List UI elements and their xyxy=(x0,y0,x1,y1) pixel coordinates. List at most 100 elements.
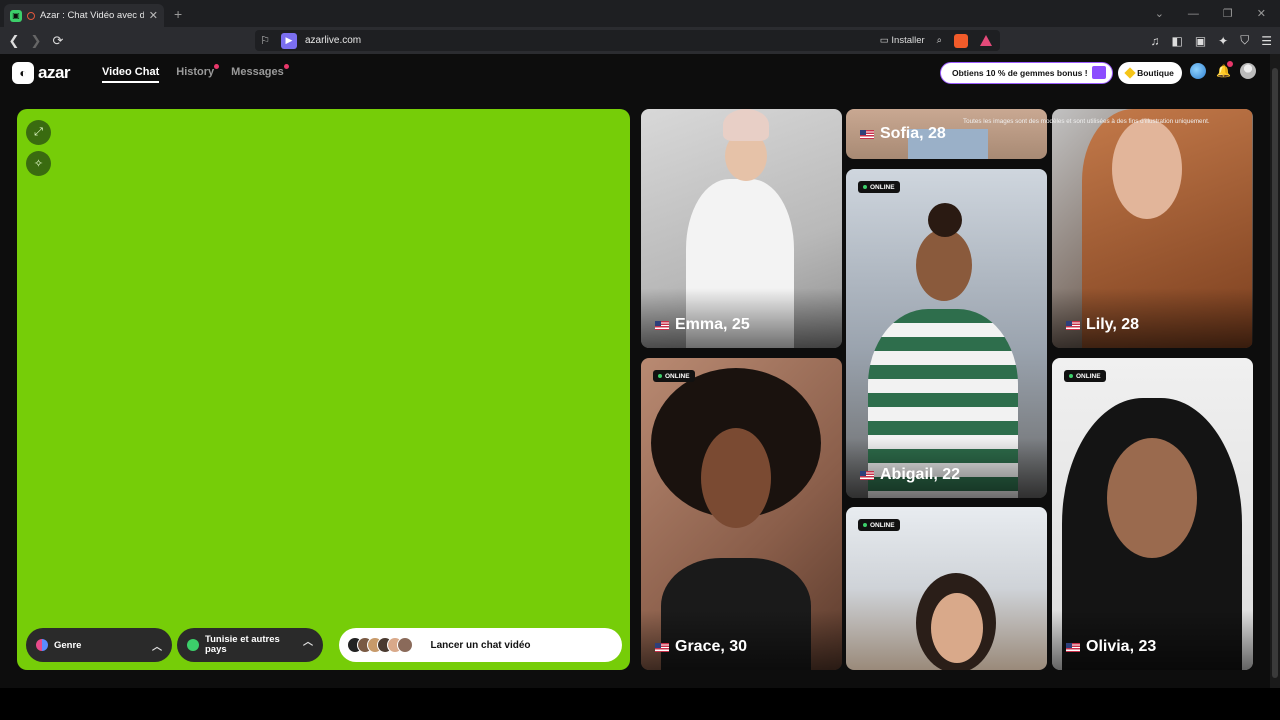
magic-wand-icon[interactable]: ✧ xyxy=(26,151,51,176)
profile-name-text: Lily, 28 xyxy=(1086,316,1140,333)
profile-card[interactable]: ONLINE xyxy=(846,507,1047,670)
site-video-icon: ▶ xyxy=(281,32,297,49)
window-controls: ⌄ — ❐ ✕ xyxy=(1155,0,1280,27)
maximize-icon[interactable]: ❐ xyxy=(1223,7,1233,20)
profile-name-text: Olivia, 23 xyxy=(1086,638,1157,655)
vpn-shield-icon[interactable]: ⛉ xyxy=(1240,33,1249,48)
bookmark-icon[interactable]: ⚐ xyxy=(255,34,275,47)
us-flag-icon xyxy=(860,129,874,139)
browser-tab[interactable]: ▣ Azar : Chat Vidéo avec de no ✕ xyxy=(4,4,164,27)
tab-close-icon[interactable]: ✕ xyxy=(149,9,158,22)
sidebar-icon[interactable]: ◧ xyxy=(1171,34,1182,48)
video-preview-panel: ⤢ ✧ Genre ︿ Tunisie et autres pays ︿ Lan… xyxy=(17,109,630,670)
profile-photo-hat xyxy=(723,109,769,141)
menu-icon[interactable]: ☰ xyxy=(1261,34,1272,48)
profile-photo-face xyxy=(931,593,983,663)
profile-name-text: Emma, 25 xyxy=(675,316,750,333)
country-filter-label: Tunisie et autres pays xyxy=(205,634,280,655)
gender-filter-button[interactable]: Genre ︿ xyxy=(26,628,172,662)
online-label: ONLINE xyxy=(870,183,895,191)
leo-ai-icon[interactable]: ✦ xyxy=(1218,34,1228,48)
us-flag-icon xyxy=(860,470,874,480)
header-icons: 🔔 xyxy=(1190,61,1256,79)
launch-label: Lancer un chat vidéo xyxy=(430,639,531,651)
reload-icon[interactable]: ⟳ xyxy=(48,31,68,51)
us-flag-icon xyxy=(655,642,669,652)
profile-card[interactable]: Emma, 25 xyxy=(641,109,842,348)
history-notification-dot xyxy=(214,64,220,69)
close-window-icon[interactable]: ✕ xyxy=(1257,7,1266,20)
chat-bubbles-icon[interactable] xyxy=(1190,63,1206,79)
forward-icon[interactable]: ❯ xyxy=(26,31,46,51)
bell-icon[interactable]: 🔔 xyxy=(1216,61,1233,78)
profile-card[interactable]: Sofia, 28 xyxy=(846,109,1047,159)
azar-logo[interactable]: ◐ azar xyxy=(12,62,71,84)
recording-icon xyxy=(27,11,35,20)
online-dot xyxy=(863,523,867,527)
avatar xyxy=(397,637,413,653)
install-label: Installer xyxy=(891,35,925,46)
scrollbar-thumb[interactable] xyxy=(1272,68,1278,678)
gem-bonus-promo-button[interactable]: Obtiens 10 % de gemmes bonus ! xyxy=(940,62,1113,84)
nav-history[interactable]: History xyxy=(176,64,220,83)
app-header: ◐ azar Video Chat History Messages Obtie… xyxy=(0,54,1270,94)
zoom-icon[interactable]: ⌕ xyxy=(937,35,942,46)
tab-title: Azar : Chat Vidéo avec de no xyxy=(40,10,144,21)
online-label: ONLINE xyxy=(1076,372,1101,380)
online-badge: ONLINE xyxy=(858,519,900,531)
media-icon[interactable]: ♫ xyxy=(1150,34,1159,48)
profile-photo-face xyxy=(701,428,771,528)
profile-card[interactable]: ONLINE Grace, 30 xyxy=(641,358,842,670)
brave-shields-icon[interactable] xyxy=(954,33,968,48)
profile-name: Emma, 25 xyxy=(655,316,750,334)
launch-video-chat-button[interactable]: Lancer un chat vidéo xyxy=(339,628,622,662)
online-dot xyxy=(1069,374,1073,378)
avatar-stack xyxy=(347,637,413,653)
profile-name-text: Sofia, 28 xyxy=(880,125,946,142)
brave-rewards-icon[interactable] xyxy=(980,35,992,46)
shop-button[interactable]: Boutique xyxy=(1118,62,1182,84)
wallet-icon[interactable]: ▣ xyxy=(1195,34,1206,48)
new-tab-button[interactable]: + xyxy=(174,6,182,22)
tab-search-icon[interactable]: ⌄ xyxy=(1155,7,1164,20)
gift-icon xyxy=(1092,66,1106,79)
nav-messages-label: Messages xyxy=(231,66,284,78)
profile-card[interactable]: ONLINE Abigail, 22 xyxy=(846,169,1047,498)
online-badge: ONLINE xyxy=(653,370,695,382)
install-button[interactable]: ▭ Installer xyxy=(880,35,925,46)
disclaimer-text: Toutes les images sont des modèles et so… xyxy=(963,118,1210,125)
profile-name: Lily, 28 xyxy=(1066,316,1139,334)
promo-label: Obtiens 10 % de gemmes bonus ! xyxy=(952,68,1088,78)
azar-logo-icon: ◐ xyxy=(12,62,34,84)
online-dot xyxy=(658,374,662,378)
profile-photo-face xyxy=(916,229,972,301)
logo-text: azar xyxy=(38,63,71,82)
minimize-icon[interactable]: — xyxy=(1188,8,1199,20)
back-icon[interactable]: ❮ xyxy=(4,31,24,51)
online-badge: ONLINE xyxy=(1064,370,1106,382)
azar-favicon-icon: ▣ xyxy=(10,9,22,22)
bell-badge xyxy=(1227,61,1233,67)
browser-tab-bar: ▣ Azar : Chat Vidéo avec de no ✕ + ⌄ — ❐… xyxy=(0,0,1280,27)
gender-icon xyxy=(36,639,48,651)
profile-photo-face xyxy=(1112,119,1182,219)
nav-video-chat[interactable]: Video Chat xyxy=(102,66,160,83)
online-badge: ONLINE xyxy=(858,181,900,193)
gender-filter-label: Genre xyxy=(54,639,82,651)
profile-photo-face xyxy=(1107,438,1197,558)
fullscreen-icon[interactable]: ⤢ xyxy=(26,120,51,145)
us-flag-icon xyxy=(1066,642,1080,652)
toolbar-right-icons: ♫ ◧ ▣ ✦ ⛉ ☰ xyxy=(1150,27,1272,54)
profile-card[interactable]: ONLINE Olivia, 23 xyxy=(1052,358,1253,670)
browser-toolbar: ❮ ❯ ⟳ ⚐ ▶ azarlive.com ▭ Installer ⌕ ♫ ◧… xyxy=(0,27,1280,54)
profile-name: Abigail, 22 xyxy=(860,466,960,484)
address-bar[interactable]: ⚐ ▶ azarlive.com ▭ Installer ⌕ xyxy=(255,30,1000,51)
profile-card[interactable]: Lily, 28 xyxy=(1052,109,1253,348)
profile-name: Sofia, 28 xyxy=(860,125,946,143)
country-filter-button[interactable]: Tunisie et autres pays ︿ xyxy=(177,628,323,662)
page-scrollbar[interactable] xyxy=(1270,54,1280,688)
profile-avatar-icon[interactable] xyxy=(1240,63,1256,79)
url-text[interactable]: azarlive.com xyxy=(305,35,361,46)
nav-messages[interactable]: Messages xyxy=(231,64,289,83)
online-label: ONLINE xyxy=(665,372,690,380)
